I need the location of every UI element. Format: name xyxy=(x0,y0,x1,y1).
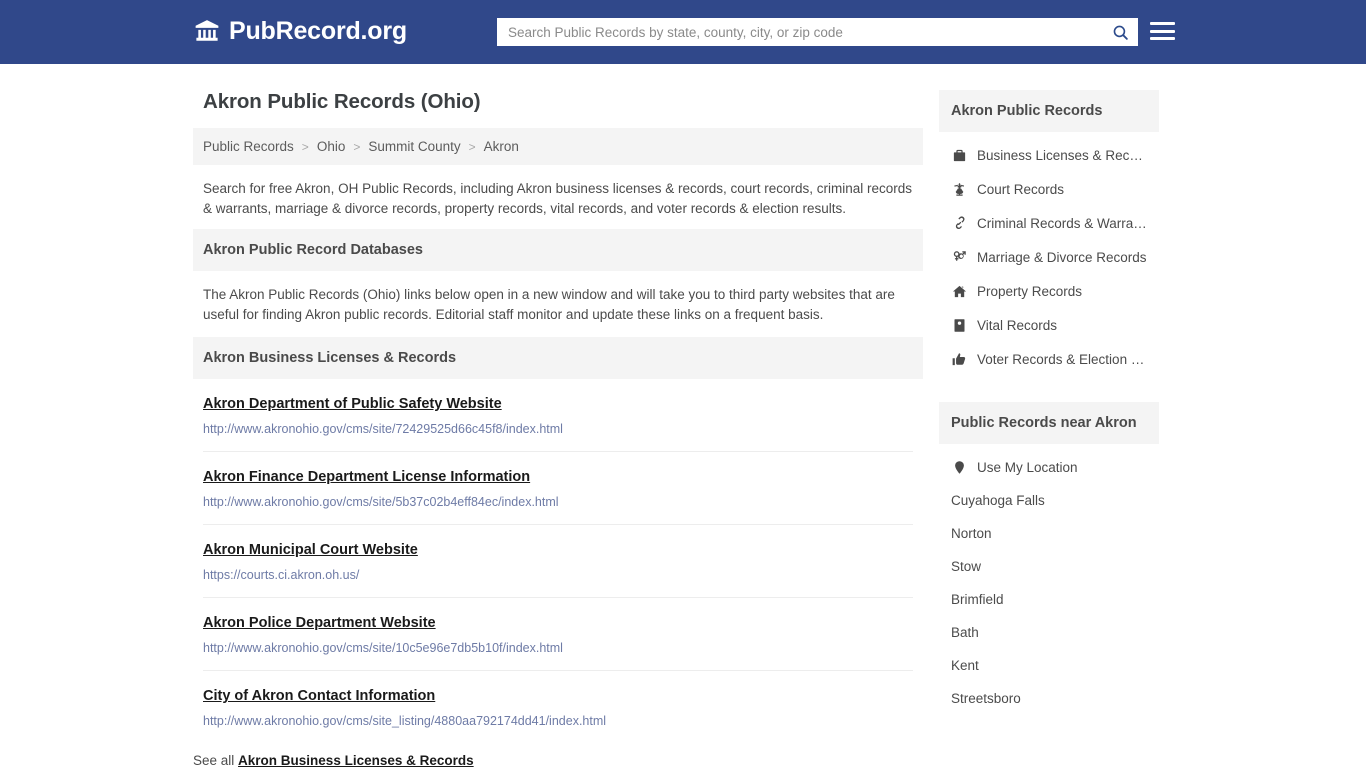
link-chain-icon xyxy=(951,215,967,231)
record-link-url[interactable]: http://www.akronohio.gov/cms/site/5b37c0… xyxy=(203,494,913,510)
breadcrumb-separator: > xyxy=(468,139,476,154)
breadcrumb-item[interactable]: Ohio xyxy=(317,139,346,154)
sidebar-record-item[interactable]: Business Licenses & Records xyxy=(939,138,1159,172)
record-link-row: City of Akron Contact Information http://… xyxy=(203,671,913,743)
nearby-cities-list: Cuyahoga Falls Norton Stow Brimfield Bath Ken… xyxy=(939,484,1159,715)
breadcrumb: Public Records > Ohio > Summit County > Akron xyxy=(193,128,923,165)
sidebar-records-header: Akron Public Records xyxy=(939,90,1159,132)
bank-icon xyxy=(194,18,220,44)
breadcrumb-separator: > xyxy=(353,139,361,154)
sidebar-record-item[interactable]: Marriage & Divorce Records xyxy=(939,240,1159,274)
sidebar-nearby-header: Public Records near Akron xyxy=(939,402,1159,444)
content-container: Akron Public Records (Ohio) Public Recor… xyxy=(193,64,1173,768)
site-header: PubRecord.org xyxy=(0,0,1366,64)
sidebar-record-label: Property Records xyxy=(977,283,1083,299)
page-title: Akron Public Records (Ohio) xyxy=(203,90,481,113)
breadcrumb-item[interactable]: Summit County xyxy=(368,139,460,154)
search-button[interactable] xyxy=(1103,19,1137,45)
see-all-row: See all Akron Business Licenses & Record… xyxy=(193,743,923,768)
sidebar: Akron Public Records Business Licenses &… xyxy=(939,64,1159,768)
breadcrumb-item[interactable]: Public Records xyxy=(203,139,294,154)
nearby-city-item[interactable]: Cuyahoga Falls xyxy=(939,484,1159,517)
record-link-list: Akron Department of Public Safety Websit… xyxy=(193,379,923,743)
sidebar-record-label: Business Licenses & Records xyxy=(977,147,1147,163)
use-my-location-label: Use My Location xyxy=(977,459,1078,475)
record-link-title[interactable]: City of Akron Contact Information xyxy=(203,687,435,706)
intro-paragraph: Search for free Akron, OH Public Records… xyxy=(203,181,913,216)
see-all-prefix: See all xyxy=(193,753,235,768)
hamburger-menu-icon[interactable] xyxy=(1150,20,1175,42)
page-body: Akron Public Records (Ohio) Public Recor… xyxy=(0,64,1366,768)
record-link-title[interactable]: Akron Finance Department License Informa… xyxy=(203,468,530,487)
sidebar-record-item[interactable]: Criminal Records & Warrants xyxy=(939,206,1159,240)
brand-name: PubRecord.org xyxy=(229,16,407,45)
record-link-title[interactable]: Akron Department of Public Safety Websit… xyxy=(203,395,502,414)
record-link-row: Akron Finance Department License Informa… xyxy=(203,452,913,525)
sidebar-record-label: Court Records xyxy=(977,181,1065,197)
nearby-city-item[interactable]: Kent xyxy=(939,649,1159,682)
sidebar-records-heading: Akron Public Records xyxy=(951,103,1103,119)
nearby-city-item[interactable]: Bath xyxy=(939,616,1159,649)
business-licenses-section-header: Akron Business Licenses & Records xyxy=(193,337,923,379)
sidebar-record-label: Marriage & Divorce Records xyxy=(977,249,1147,265)
record-link-row: Akron Municipal Court Website https://cou… xyxy=(203,525,913,598)
scales-balance-icon xyxy=(951,181,967,197)
sidebar-record-label: Vital Records xyxy=(977,317,1058,333)
search-icon xyxy=(1112,24,1129,41)
site-logo[interactable]: PubRecord.org xyxy=(194,18,407,44)
databases-note: The Akron Public Records (Ohio) links be… xyxy=(203,287,895,322)
record-link-title[interactable]: Akron Municipal Court Website xyxy=(203,541,418,560)
nearby-city-item[interactable]: Brimfield xyxy=(939,583,1159,616)
breadcrumb-item[interactable]: Akron xyxy=(484,139,519,154)
thumbs-up-icon xyxy=(951,351,967,367)
venus-mars-icon xyxy=(951,249,967,265)
sidebar-records-list: Business Licenses & Records Court Records… xyxy=(939,138,1159,376)
home-icon xyxy=(951,283,967,299)
record-link-url[interactable]: https://courts.ci.akron.oh.us/ xyxy=(203,567,913,583)
sidebar-nearby-heading: Public Records near Akron xyxy=(951,415,1137,431)
map-marker-icon xyxy=(951,459,967,475)
record-link-url[interactable]: http://www.akronohio.gov/cms/site_listin… xyxy=(203,713,913,729)
sidebar-record-label: Criminal Records & Warrants xyxy=(977,215,1147,231)
main-column: Akron Public Records (Ohio) Public Recor… xyxy=(193,64,923,768)
record-link-url[interactable]: http://www.akronohio.gov/cms/site/724295… xyxy=(203,421,913,437)
sidebar-record-item[interactable]: Property Records xyxy=(939,274,1159,308)
record-link-title[interactable]: Akron Police Department Website xyxy=(203,614,436,633)
record-link-row: Akron Police Department Website http://ww… xyxy=(203,598,913,671)
record-link-row: Akron Department of Public Safety Websit… xyxy=(203,379,913,452)
nearby-city-item[interactable]: Streetsboro xyxy=(939,682,1159,715)
address-card-icon xyxy=(951,317,967,333)
sidebar-record-item[interactable]: Court Records xyxy=(939,172,1159,206)
use-my-location-button[interactable]: Use My Location xyxy=(939,450,1159,484)
section-heading: Akron Business Licenses & Records xyxy=(203,350,457,366)
search-bar xyxy=(497,18,1138,46)
record-link-url[interactable]: http://www.akronohio.gov/cms/site/10c5e9… xyxy=(203,640,913,656)
databases-section-header: Akron Public Record Databases xyxy=(193,229,923,271)
sidebar-record-item[interactable]: Vital Records xyxy=(939,308,1159,342)
databases-heading: Akron Public Record Databases xyxy=(203,242,423,258)
search-input[interactable] xyxy=(498,19,1103,45)
sidebar-record-item[interactable]: Voter Records & Election R… xyxy=(939,342,1159,376)
nearby-city-item[interactable]: Norton xyxy=(939,517,1159,550)
briefcase-icon xyxy=(951,147,967,163)
nearby-city-item[interactable]: Stow xyxy=(939,550,1159,583)
sidebar-record-label: Voter Records & Election R… xyxy=(977,351,1147,367)
see-all-link[interactable]: Akron Business Licenses & Records xyxy=(238,753,474,768)
breadcrumb-separator: > xyxy=(301,139,309,154)
